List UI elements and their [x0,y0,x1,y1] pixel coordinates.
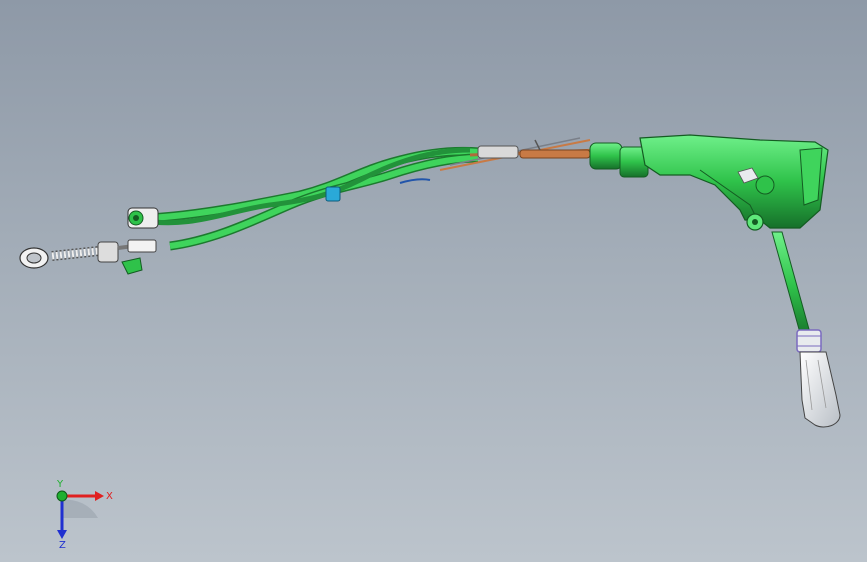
3d-viewport[interactable]: X Y Z [0,0,867,562]
shift-lever-rod[interactable] [771,231,813,341]
cable-end-sleeve [589,142,623,170]
y-axis-label: Y [56,479,64,490]
y-axis-dot [56,490,68,502]
x-axis-label: X [106,491,113,502]
upper-end-fitting [127,207,159,229]
shift-boot-collar [796,329,822,353]
shifter-bracket[interactable] [639,134,829,229]
rod-end-eye [19,247,49,269]
z-axis-label: Z [59,540,66,548]
cable-clip [325,186,341,202]
gear-shift-cable-model[interactable] [0,0,867,562]
mounting-clip [121,257,143,275]
coordinate-triad: X Y Z [56,479,113,548]
